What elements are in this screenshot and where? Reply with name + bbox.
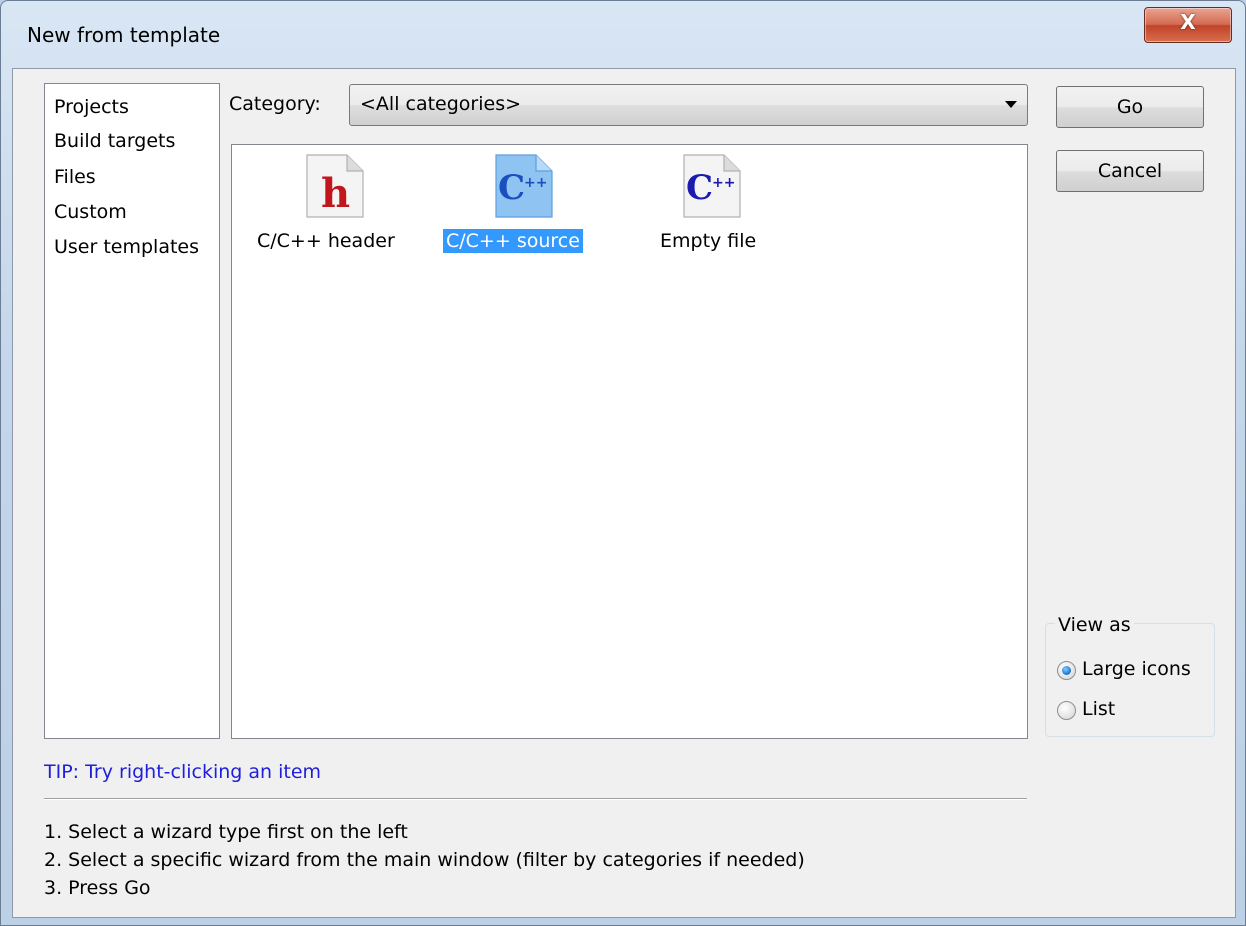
view-as-group xyxy=(1045,623,1215,737)
divider xyxy=(44,798,1027,800)
template-label: C/C++ source xyxy=(443,229,583,253)
list-item-build-targets[interactable]: Build targets xyxy=(54,129,175,153)
wizard-type-list[interactable]: Projects Build targets Files Custom User… xyxy=(44,83,220,739)
svg-text:++: ++ xyxy=(524,175,547,191)
dialog-window: New from template X Projects Build targe… xyxy=(0,0,1246,926)
category-select-value: <All categories> xyxy=(360,93,522,115)
template-label: Empty file xyxy=(660,230,757,252)
template-view[interactable]: h C/C++ header C ++ C/C++ source C ++ Em… xyxy=(231,144,1028,739)
svg-text:h: h xyxy=(321,170,350,217)
list-item-files[interactable]: Files xyxy=(54,165,96,189)
tip-text: TIP: Try right-clicking an item xyxy=(44,761,322,783)
template-item-cpp-source[interactable]: C ++ C/C++ source xyxy=(443,147,603,267)
instruction-line: 2. Select a specific wizard from the mai… xyxy=(44,849,805,871)
radio-unchecked-icon[interactable] xyxy=(1057,701,1076,720)
close-icon: X xyxy=(1180,10,1196,34)
window-title: New from template xyxy=(27,23,221,47)
list-item-user-templates[interactable]: User templates xyxy=(54,235,199,259)
view-as-title: View as xyxy=(1055,614,1134,636)
list-item-projects[interactable]: Projects xyxy=(54,95,129,119)
radio-checked-icon[interactable] xyxy=(1057,661,1076,680)
cancel-button[interactable]: Cancel xyxy=(1056,150,1204,192)
svg-text:++: ++ xyxy=(712,175,735,191)
cpp-header-file-icon: h xyxy=(306,154,364,218)
template-item-empty-file[interactable]: C ++ Empty file xyxy=(631,147,791,267)
category-select[interactable]: <All categories> xyxy=(349,84,1028,126)
list-item-custom[interactable]: Custom xyxy=(54,200,127,224)
template-item-cpp-header[interactable]: h C/C++ header xyxy=(254,147,414,267)
chevron-down-icon xyxy=(1005,101,1017,108)
category-label: Category: xyxy=(229,93,321,115)
svg-text:C: C xyxy=(686,168,713,208)
close-button[interactable]: X xyxy=(1144,7,1232,43)
radio-label: List xyxy=(1082,698,1116,720)
dialog-body: Projects Build targets Files Custom User… xyxy=(12,68,1236,918)
template-label: C/C++ header xyxy=(257,230,395,252)
cpp-source-file-icon: C ++ xyxy=(495,154,553,218)
go-button[interactable]: Go xyxy=(1056,86,1204,128)
instruction-line: 3. Press Go xyxy=(44,877,151,899)
radio-label: Large icons xyxy=(1082,658,1191,680)
instruction-line: 1. Select a wizard type first on the lef… xyxy=(44,821,408,843)
title-bar[interactable]: New from template X xyxy=(1,1,1245,69)
svg-text:C: C xyxy=(498,168,525,208)
empty-file-icon: C ++ xyxy=(683,154,741,218)
